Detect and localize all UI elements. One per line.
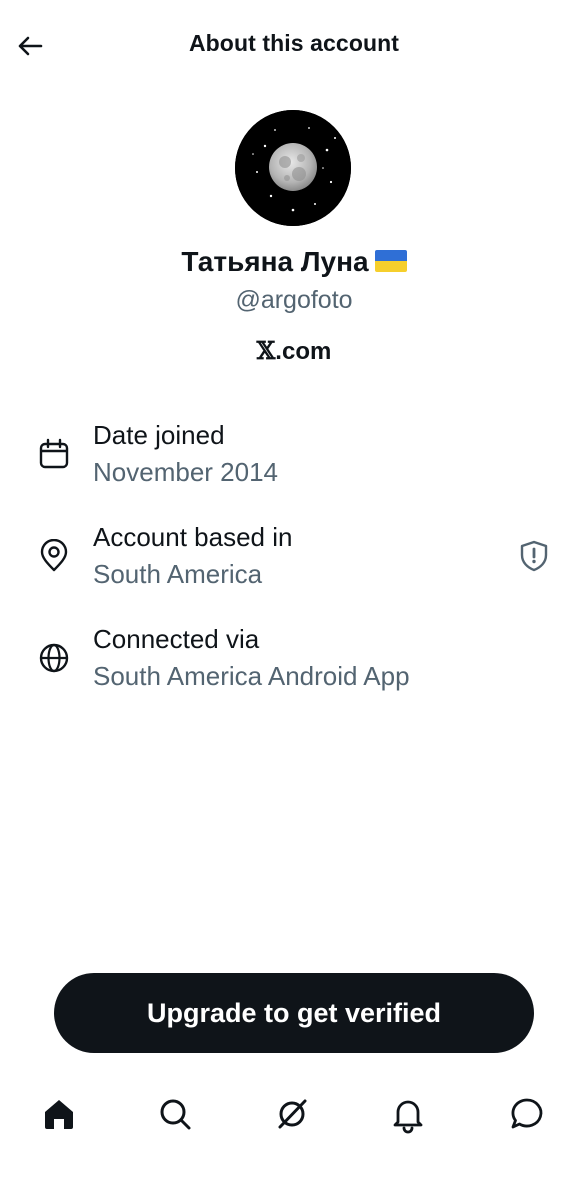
username-handle: @argofoto: [235, 286, 353, 314]
notifications-icon[interactable]: [388, 1094, 428, 1134]
moon-image: [235, 110, 351, 226]
page-title: About this account: [188, 30, 400, 56]
detail-account-based-in: Account based in South America: [0, 522, 588, 602]
detail-label: Account based in: [93, 522, 293, 552]
detail-value: South America: [93, 559, 263, 589]
detail-connected-via: Connected via South America Android App: [0, 624, 588, 704]
bottom-tab-bar: [0, 1080, 588, 1150]
domain-suffix: .com: [275, 338, 332, 365]
display-name: Татьяна Луна: [181, 246, 369, 277]
detail-date-joined: Date joined November 2014: [0, 420, 588, 500]
location-pin-icon: [40, 539, 68, 572]
upgrade-verified-button[interactable]: Upgrade to get verified: [54, 973, 534, 1053]
x-logo: 𝕏: [256, 336, 276, 365]
search-icon[interactable]: [155, 1094, 195, 1134]
shield-alert-icon[interactable]: [517, 539, 551, 573]
ukraine-flag-icon: [374, 249, 407, 272]
detail-label: Date joined: [93, 420, 225, 450]
grok-icon[interactable]: [272, 1094, 312, 1134]
calendar-icon: [39, 438, 69, 469]
home-icon[interactable]: [39, 1094, 79, 1134]
top-bar: About this account: [0, 0, 588, 92]
detail-label: Connected via: [93, 624, 260, 654]
messages-icon[interactable]: [507, 1094, 547, 1134]
globe-icon: [39, 643, 69, 673]
avatar[interactable]: [235, 110, 351, 226]
domain-label: 𝕏.com: [0, 336, 588, 366]
detail-value: November 2014: [93, 457, 278, 487]
detail-value: South America Android App: [93, 661, 410, 691]
display-name-row: Татьяна Луна: [0, 246, 588, 278]
